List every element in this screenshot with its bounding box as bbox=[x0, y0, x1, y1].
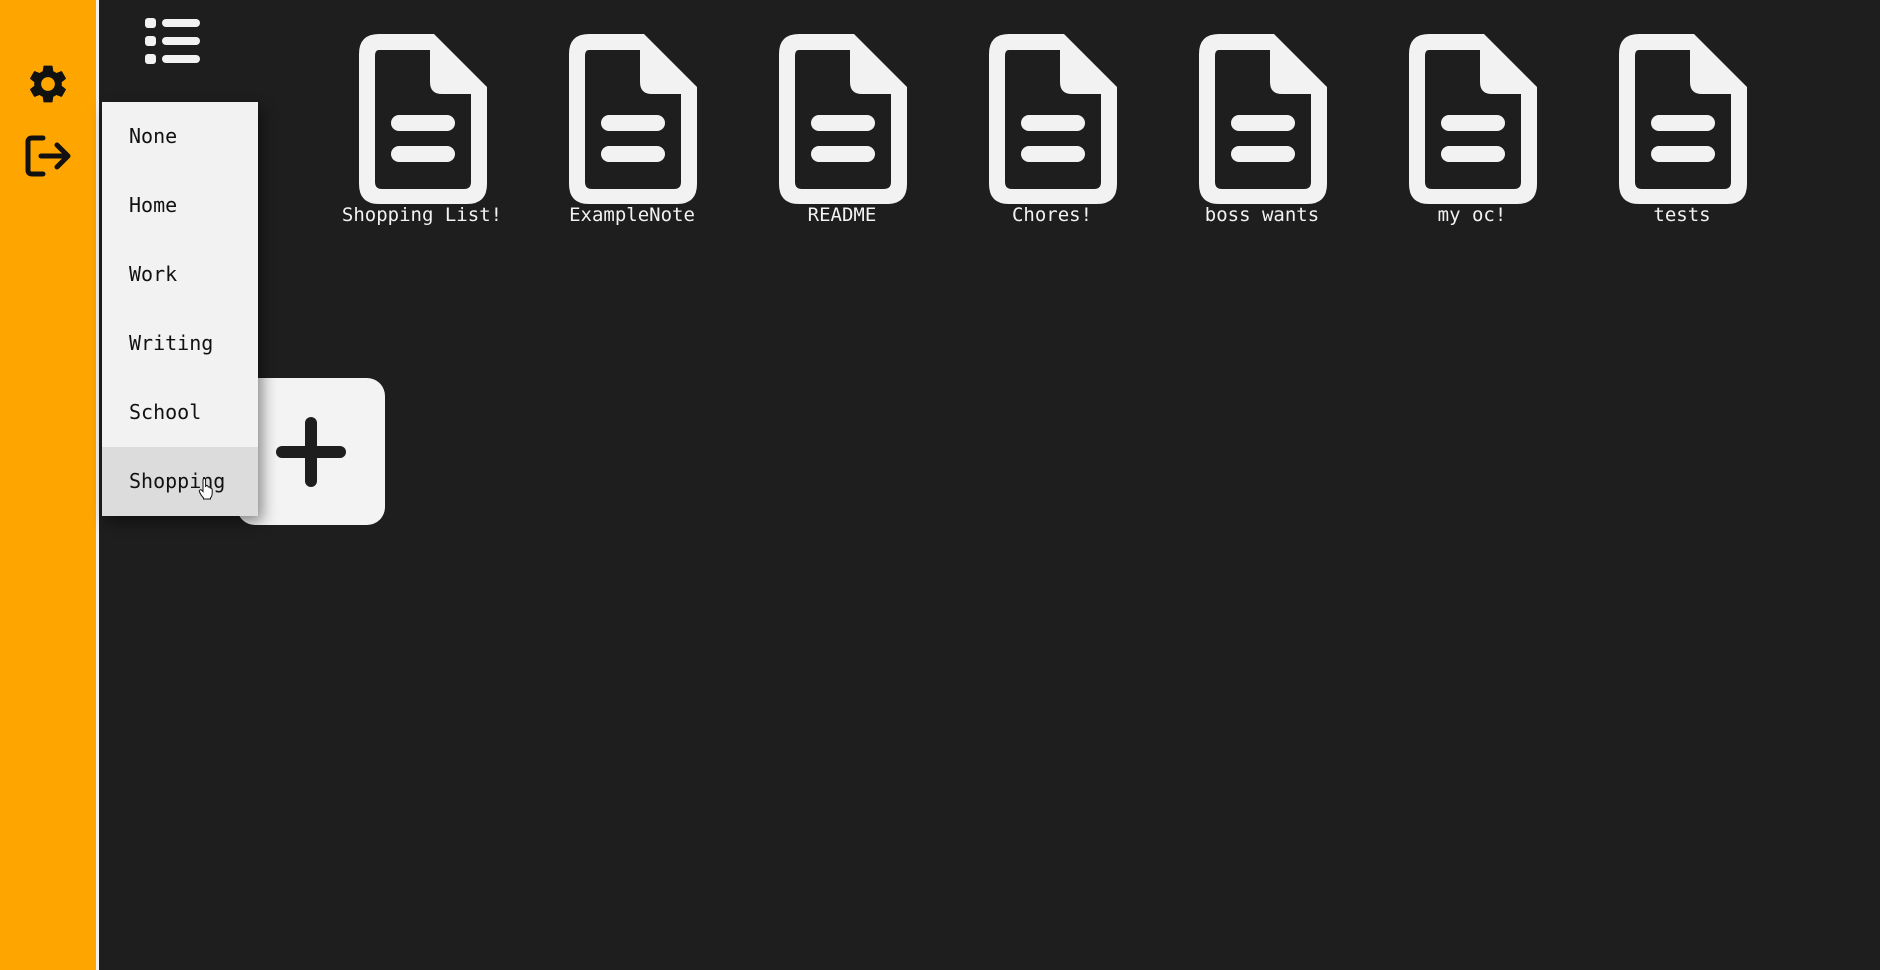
logout-icon bbox=[25, 135, 71, 177]
settings-button[interactable] bbox=[22, 58, 74, 110]
note-title: my oc! bbox=[1437, 204, 1507, 226]
note-card[interactable]: README bbox=[742, 34, 942, 234]
gear-icon bbox=[30, 65, 66, 103]
note-card[interactable]: tests bbox=[1582, 34, 1782, 234]
category-item-shopping[interactable]: Shopping bbox=[102, 447, 258, 516]
note-title: tests bbox=[1653, 204, 1711, 226]
hand-cursor-icon bbox=[198, 478, 213, 500]
note-card[interactable]: Shopping List! bbox=[322, 34, 522, 234]
category-item-label: Writing bbox=[129, 331, 214, 355]
document-icon bbox=[1619, 34, 1747, 204]
add-note-button[interactable] bbox=[237, 378, 385, 525]
note-title: README bbox=[807, 204, 877, 226]
document-icon bbox=[989, 34, 1117, 204]
document-icon bbox=[359, 34, 487, 204]
category-item-home[interactable]: Home bbox=[102, 171, 258, 240]
category-item-school[interactable]: School bbox=[102, 378, 258, 447]
category-item-label: School bbox=[129, 400, 202, 424]
category-item-writing[interactable]: Writing bbox=[102, 309, 258, 378]
category-item-none[interactable]: None bbox=[102, 102, 258, 171]
note-card[interactable]: my oc! bbox=[1372, 34, 1572, 234]
note-title: ExampleNote bbox=[569, 204, 695, 226]
document-icon bbox=[779, 34, 907, 204]
category-item-label: Home bbox=[129, 193, 178, 217]
list-icon bbox=[145, 18, 200, 64]
note-card[interactable]: boss wants bbox=[1162, 34, 1362, 234]
plus-icon bbox=[276, 416, 346, 487]
document-icon bbox=[1409, 34, 1537, 204]
note-title: boss wants bbox=[1204, 204, 1320, 226]
document-icon bbox=[569, 34, 697, 204]
sidebar bbox=[0, 0, 99, 970]
note-title: Shopping List! bbox=[341, 204, 503, 226]
category-list-button[interactable] bbox=[140, 16, 208, 72]
logout-button[interactable] bbox=[22, 130, 74, 182]
note-title: Chores! bbox=[1011, 204, 1093, 226]
note-card[interactable]: ExampleNote bbox=[532, 34, 732, 234]
category-item-label: None bbox=[129, 124, 178, 148]
category-item-work[interactable]: Work bbox=[102, 240, 258, 309]
category-dropdown: None Home Work Writing School Shopping bbox=[102, 102, 258, 516]
category-item-label: Work bbox=[129, 262, 178, 286]
note-card[interactable]: Chores! bbox=[952, 34, 1152, 234]
document-icon bbox=[1199, 34, 1327, 204]
